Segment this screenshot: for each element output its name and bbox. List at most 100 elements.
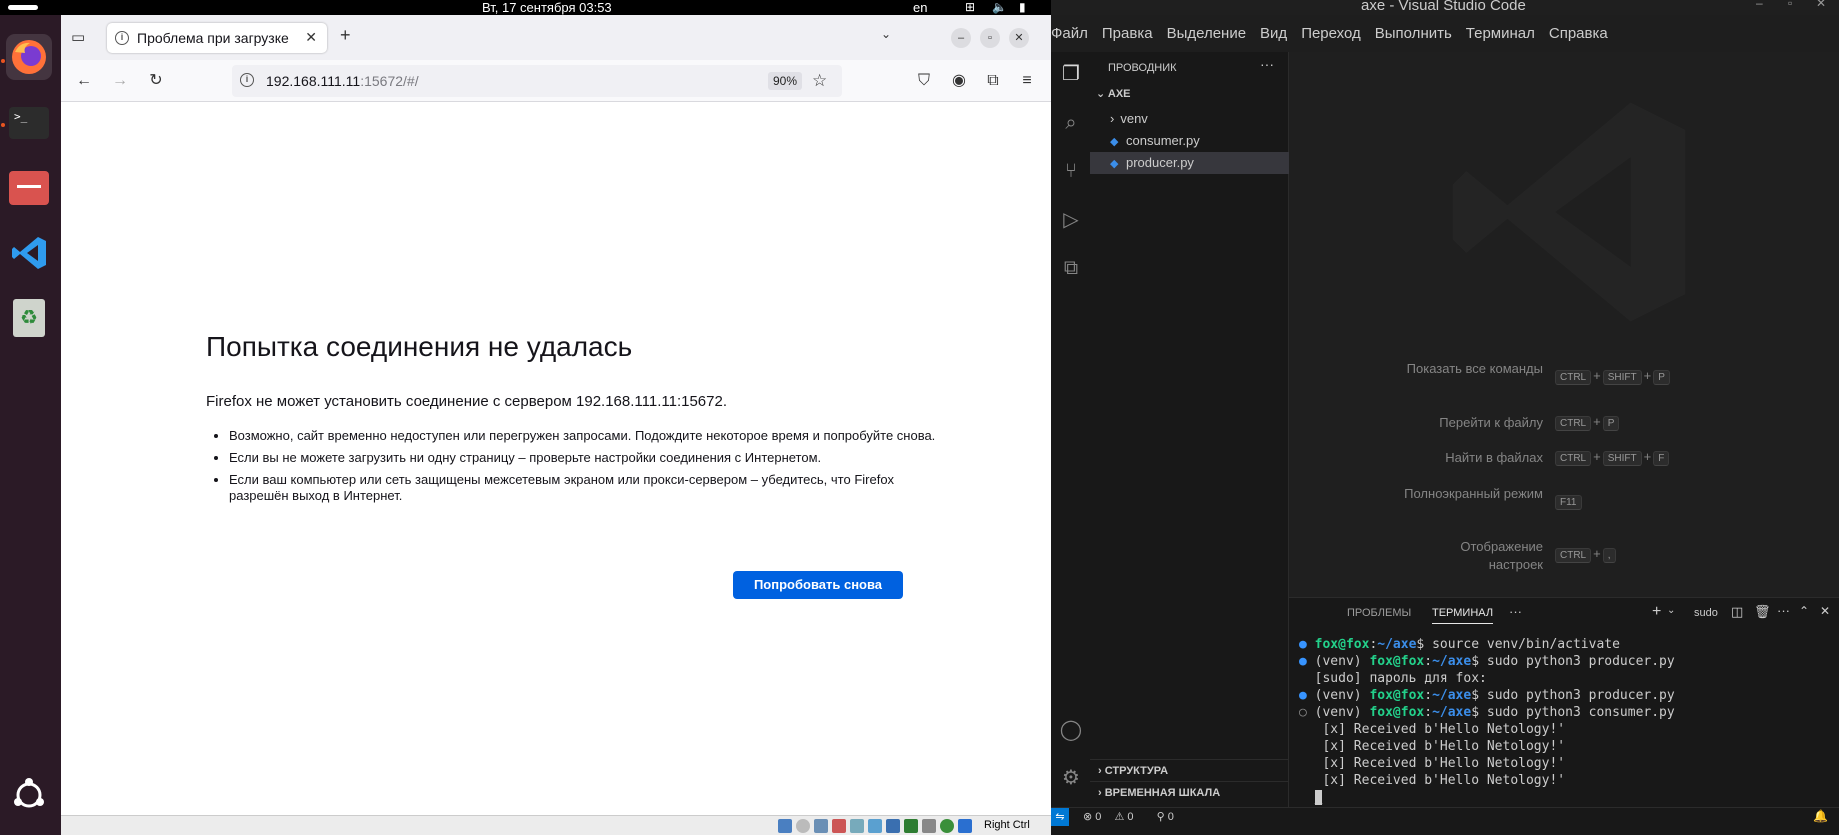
tab-error[interactable]: i Проблема при загрузке ✕ <box>107 23 327 53</box>
kill-terminal-trash-icon[interactable]: 🗑 <box>1754 604 1771 620</box>
new-terminal-icon[interactable]: + <box>1652 603 1661 621</box>
volume-icon[interactable]: 🔈 <box>992 0 1007 15</box>
terminal-output[interactable]: ● fox@fox:~/axe$ source venv/bin/activat… <box>1299 636 1675 806</box>
recording-icon[interactable] <box>904 819 918 833</box>
timeline-section[interactable]: › ВРЕМЕННАЯ ШКАЛА <box>1090 781 1289 803</box>
outline-section[interactable]: › СТРУКТУРА <box>1090 759 1289 781</box>
url-text[interactable]: 192.168.111.11:15672/#/ <box>266 73 419 89</box>
dock: >_ ♻ <box>0 15 61 835</box>
tab-overview-icon[interactable]: ▭ <box>71 28 85 46</box>
close-tab-icon[interactable]: ✕ <box>305 29 317 46</box>
virtualbox-status-bar: Right Ctrl <box>61 815 1051 835</box>
tree-item-producer[interactable]: ◆ producer.py <box>1090 152 1289 174</box>
extensions-icon[interactable]: ⧉ <box>1059 256 1083 280</box>
tab-problems[interactable]: ПРОБЛЕМЫ <box>1347 607 1411 619</box>
more-actions-icon[interactable]: ··· <box>1260 56 1274 72</box>
trash-icon[interactable]: ♻ <box>6 295 52 341</box>
maximize-panel-icon[interactable]: ⌃ <box>1799 604 1809 618</box>
minimize-button[interactable]: – <box>1756 0 1763 10</box>
terminal-shell-name[interactable]: sudo <box>1694 607 1718 619</box>
usb-icon[interactable] <box>850 819 864 833</box>
tab-terminal[interactable]: ТЕРМИНАЛ <box>1432 607 1494 624</box>
cpu-icon[interactable] <box>922 819 936 833</box>
battery-icon[interactable]: ▮ <box>1019 0 1026 15</box>
problems-status[interactable]: ⊗ 0 ⚠ 0 <box>1083 811 1144 823</box>
site-info-icon[interactable]: i <box>240 73 254 87</box>
minimize-button[interactable]: – <box>951 28 971 48</box>
files-icon[interactable] <box>6 165 52 211</box>
key: P <box>1653 370 1670 385</box>
pocket-icon[interactable]: ⛉ <box>914 71 934 91</box>
terminal-icon[interactable]: >_ <box>6 100 52 146</box>
split-terminal-icon[interactable]: ◫ <box>1731 604 1743 620</box>
zoom-level[interactable]: 90% <box>768 72 803 90</box>
clock[interactable]: Вт, 17 сентября 03:53 <box>482 0 612 15</box>
shared-folder-icon[interactable] <box>868 819 882 833</box>
menu-go[interactable]: Переход <box>1301 25 1361 42</box>
hdd-icon[interactable] <box>778 819 792 833</box>
chevron-down-icon[interactable]: ⌄ <box>1667 605 1675 616</box>
suggestion-item: Возможно, сайт временно недоступен или п… <box>229 428 949 444</box>
network-adapter-icon[interactable] <box>832 819 846 833</box>
menu-terminal[interactable]: Терминал <box>1466 25 1535 42</box>
back-arrow-icon[interactable]: ← <box>74 71 94 91</box>
close-window-button[interactable]: ✕ <box>1009 28 1029 48</box>
extensions-icon[interactable]: ⧉ <box>983 71 1003 91</box>
activities-indicator[interactable] <box>8 5 38 10</box>
key: CTRL <box>1555 451 1592 466</box>
menu-file[interactable]: Файл <box>1051 25 1088 42</box>
close-panel-icon[interactable]: ✕ <box>1820 604 1830 618</box>
source-control-icon[interactable]: ⑂ <box>1059 159 1083 183</box>
close-window-button[interactable]: ✕ <box>1816 0 1826 10</box>
menu-hamburger-icon[interactable]: ≡ <box>1017 71 1037 91</box>
display-icon[interactable] <box>886 819 900 833</box>
keyboard-layout[interactable]: en <box>913 0 927 15</box>
url-bar[interactable]: i 192.168.111.11:15672/#/ 90% ☆ <box>232 65 842 97</box>
bookmark-star-icon[interactable]: ☆ <box>812 71 827 91</box>
firefox-icon[interactable] <box>6 34 52 80</box>
maximize-button[interactable]: ▫ <box>980 28 1000 48</box>
status-bar: ⇋ ⊗ 0 ⚠ 0 ⚲ 0 🔔 <box>1051 807 1839 835</box>
account-icon[interactable]: ◉ <box>949 71 969 91</box>
mouse-integration-icon[interactable] <box>958 819 972 833</box>
new-tab-icon[interactable]: + <box>340 25 351 46</box>
explorer-icon[interactable]: ❐ <box>1059 62 1083 86</box>
tree-item-venv[interactable]: › venv <box>1090 108 1289 130</box>
audio-icon[interactable] <box>814 819 828 833</box>
guest-additions-icon[interactable] <box>940 819 954 833</box>
ubuntu-icon[interactable] <box>6 772 52 818</box>
maximize-button[interactable]: ▫ <box>1788 0 1792 10</box>
terminal-line: [sudo] пароль для fox: <box>1314 671 1487 686</box>
vscode-icon[interactable] <box>6 230 52 276</box>
menu-selection[interactable]: Выделение <box>1167 25 1246 42</box>
more-panels-icon[interactable]: ··· <box>1509 604 1522 619</box>
ports-status[interactable]: ⚲ 0 <box>1157 811 1184 823</box>
network-icon[interactable]: ⊞ <box>965 0 975 15</box>
settings-gear-icon[interactable]: ⚙ <box>1059 766 1083 790</box>
more-actions-icon[interactable]: ··· <box>1777 603 1790 618</box>
list-tabs-chevron-down-icon[interactable]: ⌄ <box>881 27 891 41</box>
run-debug-icon[interactable]: ▷ <box>1059 208 1083 232</box>
menu-run[interactable]: Выполнить <box>1375 25 1452 42</box>
ports-count: 0 <box>1167 811 1174 823</box>
key: CTRL <box>1555 370 1592 385</box>
tree-item-consumer[interactable]: ◆ consumer.py <box>1090 130 1289 152</box>
workspace-folder[interactable]: ⌄ AXE <box>1096 87 1131 100</box>
key: SHIFT <box>1602 451 1642 466</box>
forward-arrow-icon[interactable]: → <box>110 71 130 91</box>
search-icon[interactable]: ⌕ <box>1059 111 1083 135</box>
try-again-button[interactable]: Попробовать снова <box>733 571 903 599</box>
navigation-bar: ← → ↻ i 192.168.111.11:15672/#/ 90% ☆ ⛉ … <box>61 60 1051 102</box>
menu-help[interactable]: Справка <box>1549 25 1608 42</box>
menu-view[interactable]: Вид <box>1260 25 1287 42</box>
account-icon[interactable]: ◯ <box>1059 718 1083 742</box>
terminal-line: [x] Received b'Hello Netology!' <box>1314 756 1566 771</box>
key: , <box>1602 548 1616 563</box>
remote-indicator-icon[interactable]: ⇋ <box>1051 808 1069 826</box>
optical-icon[interactable] <box>796 819 810 833</box>
notifications-bell-icon[interactable]: 🔔 <box>1813 809 1828 823</box>
menu-edit[interactable]: Правка <box>1102 25 1153 42</box>
url-path: :15672/#/ <box>360 73 419 89</box>
reload-icon[interactable]: ↻ <box>146 71 166 91</box>
key: CTRL <box>1555 416 1592 431</box>
